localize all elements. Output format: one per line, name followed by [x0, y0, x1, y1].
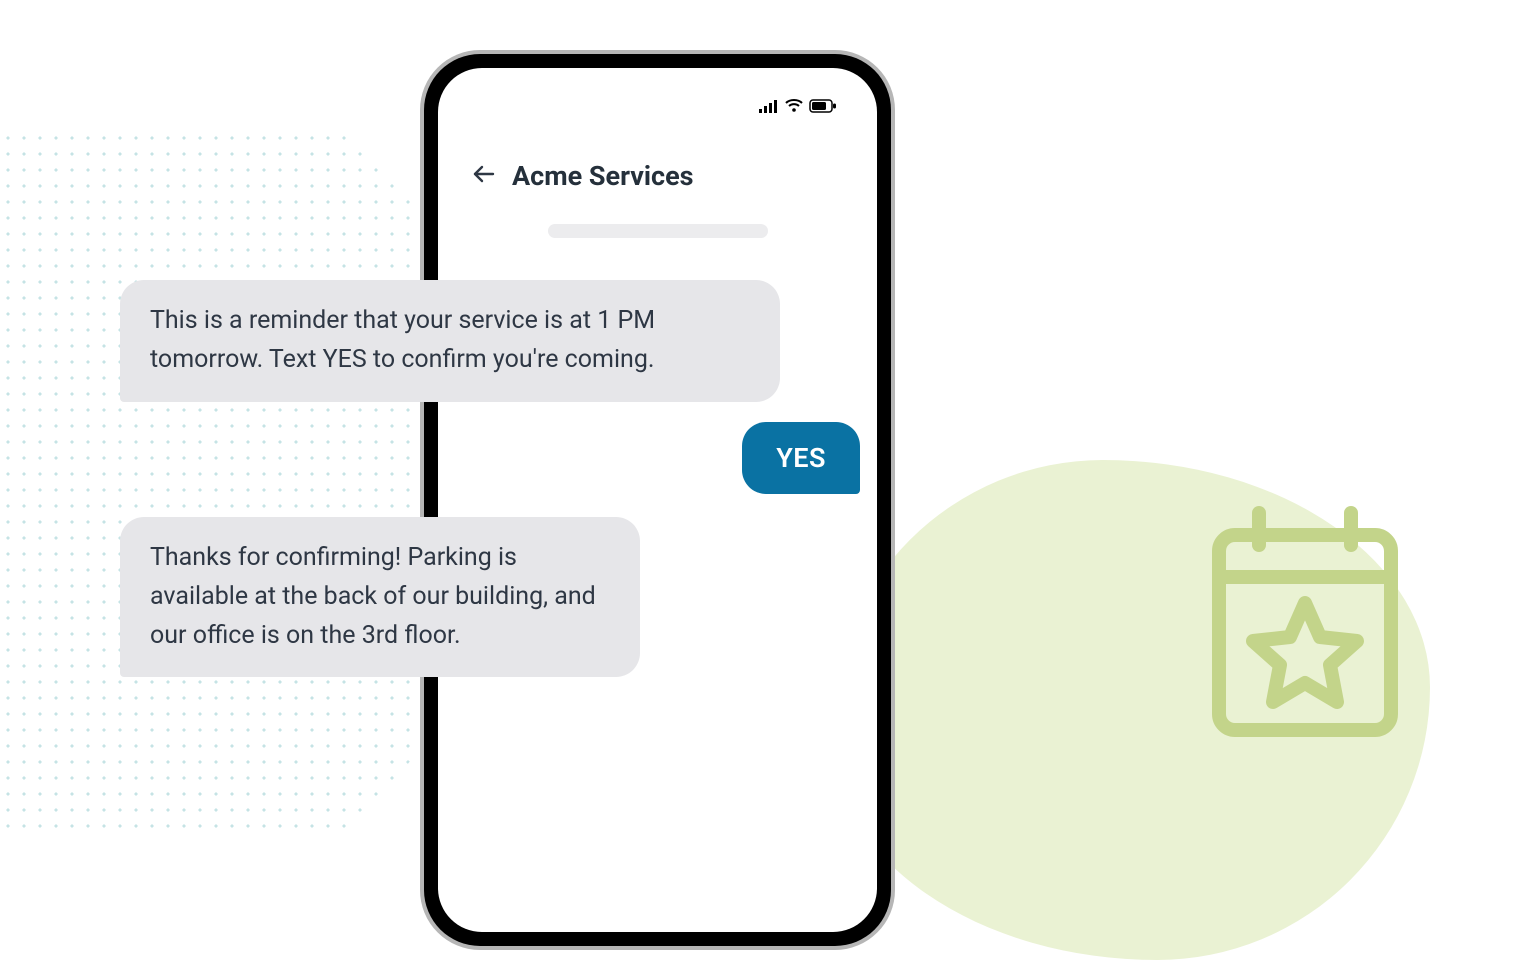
message-text: Thanks for confirming! Parking is availa…: [150, 543, 596, 650]
signal-icon: [759, 98, 779, 117]
wifi-icon: [785, 98, 803, 117]
loading-placeholder: [548, 224, 768, 238]
back-arrow-icon[interactable]: [472, 162, 496, 190]
status-bar: [759, 98, 837, 117]
message-text: YES: [776, 442, 826, 474]
phone-screen: Acme Services: [438, 68, 877, 932]
calendar-star-icon: [1205, 505, 1405, 749]
message-text: This is a reminder that your service is …: [150, 306, 655, 374]
message-sent: YES: [742, 422, 860, 494]
phone-mockup: Acme Services: [420, 50, 895, 950]
battery-icon: [809, 98, 837, 117]
message-received: This is a reminder that your service is …: [120, 280, 780, 402]
chat-title: Acme Services: [512, 160, 694, 192]
message-received: Thanks for confirming! Parking is availa…: [120, 517, 640, 677]
chat-header: Acme Services: [438, 68, 877, 206]
